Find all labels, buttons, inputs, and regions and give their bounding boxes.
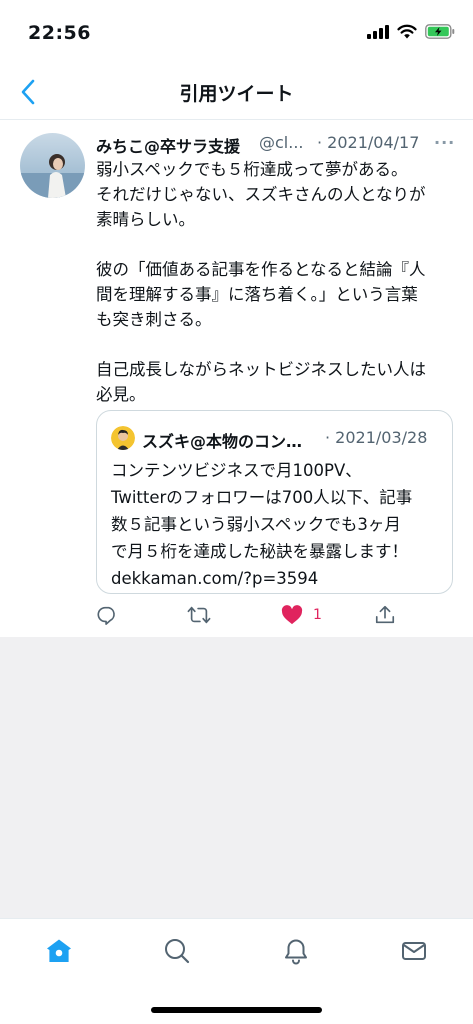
retweet-button[interactable] <box>187 599 211 631</box>
quoted-text-line: Twitterのフォロワーは700人以下、記事 <box>111 488 413 507</box>
home-indicator <box>151 1007 322 1013</box>
status-time: 22:56 <box>28 22 91 44</box>
like-count: 1 <box>313 607 322 623</box>
quoted-text-line: 数５記事という弱小スペックでも3ヶ月 <box>111 515 401 534</box>
like-button[interactable]: 1 <box>281 599 322 631</box>
tweet-text-line: 自己成長しながらネットビジネスしたい人は <box>96 360 426 379</box>
bell-icon <box>285 939 307 965</box>
heart-filled-icon <box>281 605 303 625</box>
quoted-text-line: で月５桁を達成した秘訣を暴露します！ <box>111 542 408 561</box>
tab-home[interactable] <box>39 931 79 971</box>
cellular-signal-icon <box>367 24 389 39</box>
tweet-actions: 1 <box>96 599 456 631</box>
quoted-tweet-card[interactable]: スズキ@本物のコン… · 2021/03/28 コンテンツビジネスで月100PV… <box>96 410 453 594</box>
search-icon <box>165 939 190 964</box>
tab-messages[interactable] <box>394 931 434 971</box>
tweet-text-line: 弱小スペックでも５桁達成って夢がある。 <box>96 160 408 179</box>
quoted-text-line: コンテンツビジネスで月100PV、 <box>111 461 362 480</box>
tweet-header: みちこ@卒サラ支援 @cl... · 2021/04/17 ··· <box>96 133 458 157</box>
tab-search[interactable] <box>157 931 197 971</box>
reply-button[interactable] <box>96 599 118 631</box>
author-avatar[interactable] <box>20 133 85 198</box>
tweet-text-line: 素晴らしい。 <box>96 210 195 229</box>
author-handle[interactable]: @cl... <box>259 133 304 152</box>
status-icons <box>367 24 455 39</box>
tweet-text-line: 必見。 <box>96 385 146 404</box>
retweet-icon <box>187 606 211 624</box>
reply-icon <box>97 606 115 625</box>
tweet-date[interactable]: · 2021/04/17 <box>317 133 419 152</box>
bottom-tab-bar <box>0 918 473 1024</box>
status-bar: 22:56 <box>0 0 473 64</box>
quoted-tweet-text: コンテンツビジネスで月100PV、 Twitterのフォロワーは700人以下、記… <box>111 457 441 592</box>
tweet-text-line: も突き刺さる。 <box>96 310 212 329</box>
share-button[interactable] <box>374 599 396 631</box>
quoted-link[interactable]: dekkaman.com/?p=3594 <box>111 565 441 592</box>
mail-icon <box>402 942 426 960</box>
quoted-tweet-date: · 2021/03/28 <box>325 428 428 447</box>
tweet-text-line: 彼の「価値ある記事を作るとなると結論『人 <box>96 260 426 279</box>
share-icon <box>375 605 395 624</box>
tweet-text: 弱小スペックでも５桁達成って夢がある。 それだけじゃない、スズキさんの人となりが… <box>96 157 458 407</box>
wifi-icon <box>397 24 417 39</box>
quoted-tweet-header: スズキ@本物のコン… · 2021/03/28 <box>111 424 441 452</box>
home-icon <box>47 939 71 962</box>
nav-bar: 引用ツイート <box>0 64 473 120</box>
tab-notifications[interactable] <box>276 931 316 971</box>
quote-tweet[interactable]: みちこ@卒サラ支援 @cl... · 2021/04/17 ··· 弱小スペック… <box>0 121 473 637</box>
quoted-author-name: スズキ@本物のコン… <box>142 432 303 451</box>
author-name[interactable]: みちこ@卒サラ支援 <box>96 133 240 157</box>
more-options-icon[interactable]: ··· <box>434 133 455 152</box>
empty-area <box>0 637 473 918</box>
page-title: 引用ツイート <box>179 83 294 105</box>
battery-charging-icon <box>425 24 455 39</box>
tweet-text-line: それだけじゃない、スズキさんの人となりが <box>96 185 426 204</box>
tweet-text-line: 間を理解する事』に落ち着く。」という言葉 <box>96 285 418 304</box>
quoted-author-avatar <box>111 426 135 450</box>
